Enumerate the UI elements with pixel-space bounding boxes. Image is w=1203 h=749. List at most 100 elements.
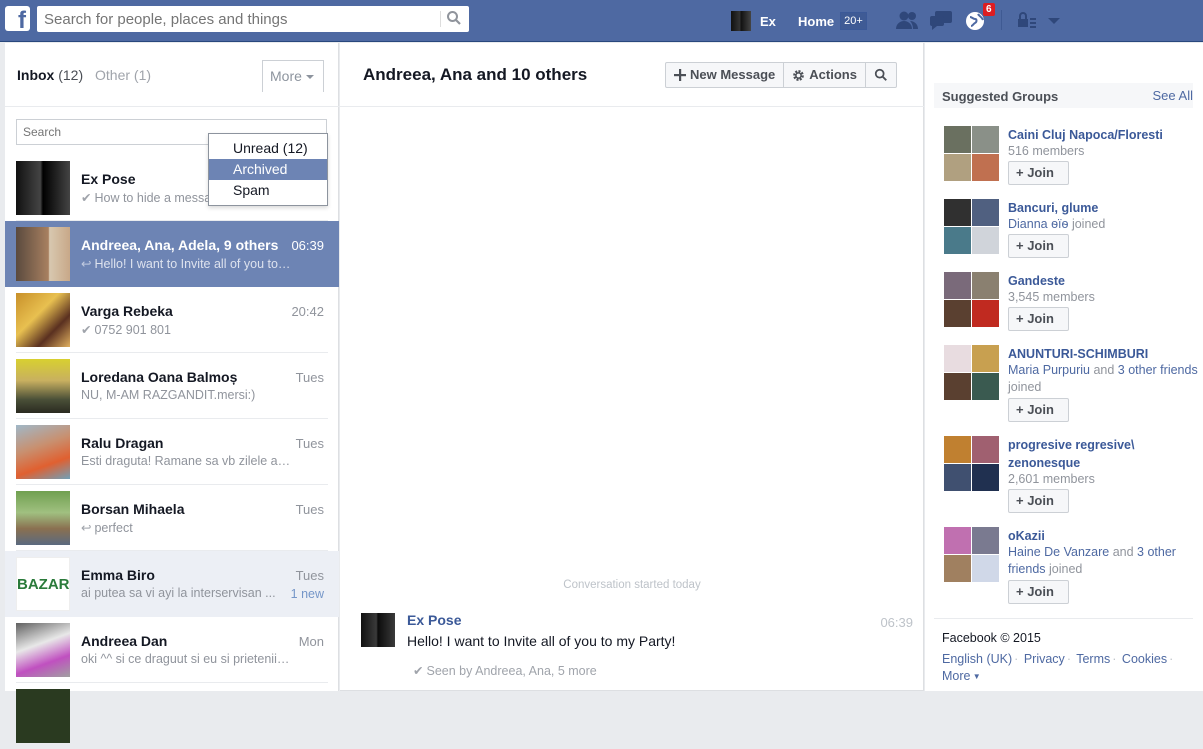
more-label: More bbox=[270, 68, 302, 84]
friend-name-link[interactable]: Maria Purpuriu bbox=[1008, 363, 1090, 377]
group-name-link[interactable]: Caini Cluj Napoca/Floresti bbox=[1008, 126, 1203, 144]
join-group-button[interactable]: + Join bbox=[1008, 234, 1069, 258]
notifications-count-badge: 6 bbox=[983, 3, 995, 16]
conversation-item[interactable]: Varga Rebeka 20:42 ✔ 0752 901 801 bbox=[5, 287, 339, 353]
see-all-link[interactable]: See All bbox=[1153, 88, 1193, 103]
home-link[interactable]: Home 20+ bbox=[798, 0, 867, 42]
global-search[interactable] bbox=[37, 6, 469, 32]
divider bbox=[340, 106, 924, 107]
tab-inbox[interactable]: Inbox (12) bbox=[17, 67, 83, 83]
menu-item-spam[interactable]: Spam bbox=[209, 180, 327, 201]
messages-icon[interactable] bbox=[928, 8, 954, 32]
conversation-snippet: ✔ 0752 901 801 bbox=[81, 322, 291, 337]
conversation-item[interactable]: Andreea Dan Mon oki ^^ si ce draguut si … bbox=[5, 617, 339, 683]
global-search-input[interactable] bbox=[37, 6, 437, 32]
more-dropdown-button[interactable]: More bbox=[262, 60, 324, 92]
conversation-name: Loredana Oana Balmoș bbox=[81, 369, 238, 385]
snippet-text: perfect bbox=[94, 521, 133, 535]
separator-dot: · bbox=[1112, 652, 1117, 666]
avatar bbox=[16, 293, 70, 347]
privacy-shortcuts-icon[interactable] bbox=[1015, 8, 1041, 32]
group-name-link[interactable]: oKazii bbox=[1008, 527, 1203, 545]
conversation-name: Ex Pose bbox=[81, 171, 136, 187]
join-group-button[interactable]: + Join bbox=[1008, 161, 1069, 185]
actions-button[interactable]: Actions bbox=[784, 63, 866, 87]
tab-other[interactable]: Other (1) bbox=[95, 67, 151, 83]
chevron-down-icon bbox=[305, 75, 314, 80]
top-bar: f Ex Home 20+ 6 bbox=[0, 0, 1203, 42]
group-name-link[interactable]: ANUNTURI-SCHIMBURI bbox=[1008, 345, 1203, 363]
join-group-button[interactable]: + Join bbox=[1008, 398, 1069, 422]
conversation-snippet: oki ^^ si ce draguut si eu si prietenii … bbox=[81, 652, 291, 666]
snippet-text: 0752 901 801 bbox=[94, 323, 171, 337]
plus-icon bbox=[674, 69, 686, 81]
footer-link-more[interactable]: More ▼ bbox=[942, 669, 981, 683]
footer-link-privacy[interactable]: Privacy bbox=[1024, 652, 1065, 666]
nav-divider bbox=[1001, 10, 1002, 30]
join-group-button[interactable]: + Join bbox=[1008, 307, 1069, 331]
member-count: 3,545 members bbox=[1008, 290, 1095, 304]
conversation-time: Tues bbox=[295, 370, 324, 385]
conversation-item[interactable]: Loredana Oana Balmoș Tues NU, M-AM RAZGA… bbox=[5, 353, 339, 419]
friend-requests-icon[interactable] bbox=[894, 8, 920, 32]
group-thumbnail[interactable] bbox=[944, 272, 999, 327]
join-group-button[interactable]: + Join bbox=[1008, 489, 1069, 513]
conversation-name: Andreea, Ana, Adela, 9 others bbox=[81, 237, 279, 253]
group-thumbnail[interactable] bbox=[944, 126, 999, 181]
other-friends-link[interactable]: 3 other friends bbox=[1118, 363, 1198, 377]
avatar bbox=[16, 359, 70, 413]
group-thumbnail[interactable] bbox=[944, 436, 999, 491]
new-message-button[interactable]: New Message bbox=[666, 63, 785, 87]
account-menu-caret-icon[interactable] bbox=[1044, 8, 1070, 32]
conversation-snippet: ↩ perfect bbox=[81, 520, 291, 535]
conversation-item-unread[interactable]: BAZAR Emma Biro Tues ai putea sa vi ayi … bbox=[5, 551, 339, 617]
join-group-button[interactable]: + Join bbox=[1008, 580, 1069, 604]
group-name-link[interactable]: Gandeste bbox=[1008, 272, 1203, 290]
menu-item-archived[interactable]: Archived bbox=[209, 159, 327, 180]
message-sender-avatar[interactable] bbox=[361, 613, 395, 647]
conversation-item[interactable] bbox=[5, 683, 339, 749]
check-icon: ✔ bbox=[81, 191, 92, 205]
home-badge: 20+ bbox=[840, 12, 867, 30]
group-thumbnail[interactable] bbox=[944, 199, 999, 254]
conversation-item-selected[interactable]: Andreea, Ana, Adela, 9 others 06:39 ↩ Hel… bbox=[5, 221, 339, 287]
snippet-text: ai putea sa vi ayi la interservisan ... bbox=[81, 586, 276, 600]
message-sender-name[interactable]: Ex Pose bbox=[407, 612, 461, 628]
footer-link-terms[interactable]: Terms bbox=[1076, 652, 1110, 666]
group-subtitle: Maria Purpuriu and 3 other friends joine… bbox=[1008, 362, 1203, 396]
search-conversation-button[interactable] bbox=[866, 63, 896, 87]
profile-link[interactable]: Ex bbox=[731, 0, 776, 42]
footer-link-language[interactable]: English (UK) bbox=[942, 652, 1012, 666]
group-name-link[interactable]: progresive regresive\ zenonesque bbox=[1008, 436, 1203, 472]
conversation-item[interactable]: Ralu Dragan Tues Esti draguta! Ramane sa… bbox=[5, 419, 339, 485]
right-sidebar: Suggested Groups See All Caini Cluj Napo… bbox=[925, 43, 1203, 691]
conversation-item[interactable]: Borsan Mihaela Tues ↩ perfect bbox=[5, 485, 339, 551]
group-subtitle: 3,545 members bbox=[1008, 289, 1203, 306]
group-name-link[interactable]: Bancuri, glume bbox=[1008, 199, 1203, 217]
footer-copyright: Facebook © 2015 bbox=[942, 631, 1041, 645]
menu-item-unread[interactable]: Unread (12) bbox=[209, 138, 327, 159]
reply-icon: ↩ bbox=[81, 257, 92, 271]
gear-icon bbox=[793, 69, 805, 81]
chevron-down-icon: ▼ bbox=[970, 672, 981, 682]
check-icon: ✔ bbox=[81, 323, 92, 337]
joined-text: joined bbox=[1008, 380, 1042, 394]
new-message-label: New Message bbox=[690, 67, 776, 82]
footer-link-cookies[interactable]: Cookies bbox=[1122, 652, 1167, 666]
message-text: Hello! I want to Invite all of you to my… bbox=[407, 633, 676, 649]
separator-dot: · bbox=[1066, 652, 1071, 666]
group-thumbnail[interactable] bbox=[944, 345, 999, 400]
message-time: 06:39 bbox=[880, 615, 913, 630]
profile-avatar bbox=[731, 11, 751, 31]
avatar bbox=[16, 227, 70, 281]
search-icon[interactable] bbox=[446, 10, 462, 26]
friend-name-link[interactable]: Dianna ѳïѳ bbox=[1008, 217, 1068, 231]
member-count: 516 members bbox=[1008, 144, 1085, 158]
separator-dot: · bbox=[1014, 652, 1019, 666]
friend-name-link[interactable]: Haine De Vanzare bbox=[1008, 545, 1109, 559]
group-thumbnail[interactable] bbox=[944, 527, 999, 582]
seen-text: Seen by Andreea, Ana, 5 more bbox=[426, 664, 597, 678]
facebook-logo-icon[interactable]: f bbox=[5, 6, 30, 31]
footer-more-label: More bbox=[942, 669, 971, 683]
conversation-started-label: Conversation started today bbox=[563, 579, 701, 591]
